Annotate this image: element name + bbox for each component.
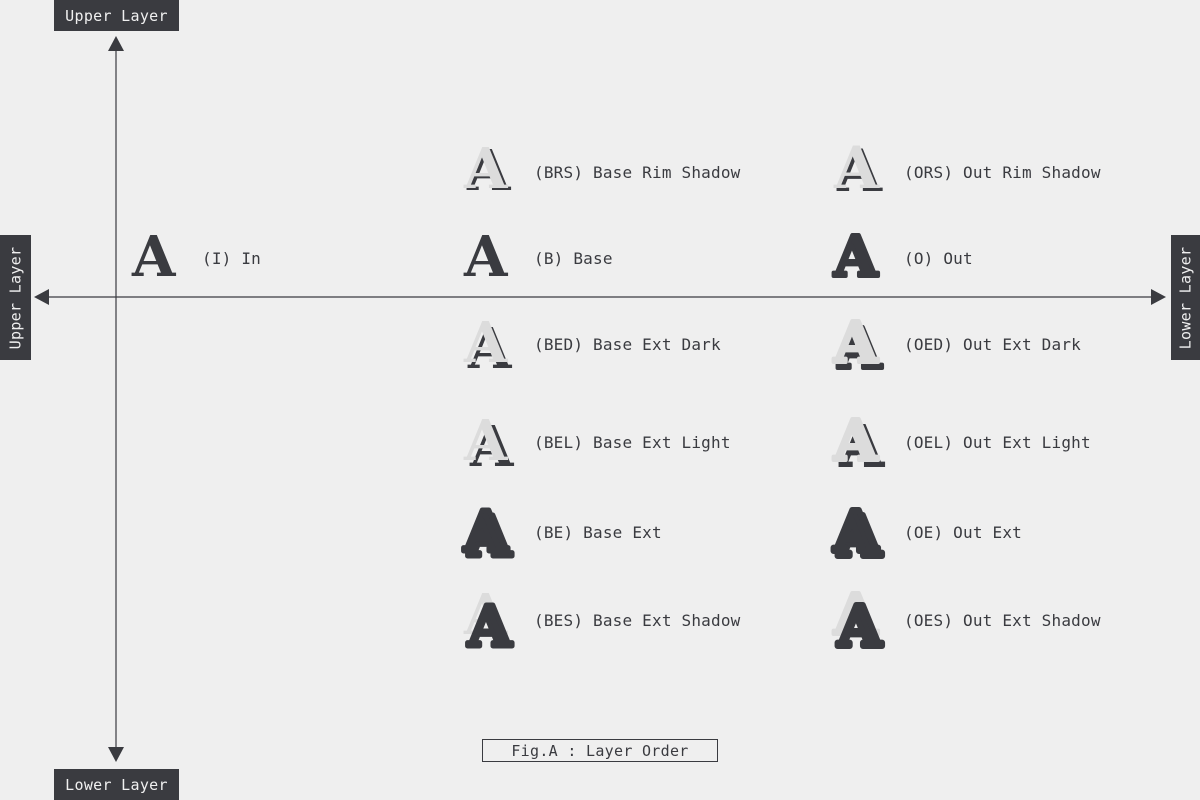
layer-label-oed: (OED) Out Ext Dark (904, 334, 1081, 354)
glyph-b-icon: A (463, 226, 509, 290)
layer-label-be: (BE) Base Ext (534, 522, 662, 542)
glyph-oes-icon: A A (831, 588, 886, 652)
layer-label-bel: (BEL) Base Ext Light (534, 432, 731, 452)
glyph-oed-icon: A A (831, 312, 885, 376)
layer-item-bed: A A (BED) Base Ext Dark (460, 312, 721, 376)
layer-item-bes: A A (BES) Base Ext Shadow (460, 588, 741, 652)
layer-label-bes: (BES) Base Ext Shadow (534, 610, 741, 630)
svg-text:A: A (837, 594, 883, 652)
layer-label-o: (O) Out (904, 248, 973, 268)
layer-item-in: A (I) In (128, 226, 261, 290)
svg-text:A: A (463, 500, 509, 564)
layer-item-oel: A A (OEL) Out Ext Light (830, 410, 1091, 474)
layer-axes (34, 36, 1166, 762)
layer-item-oed: A A (OED) Out Ext Dark (830, 312, 1081, 376)
layer-label-b: (B) Base (534, 248, 613, 268)
svg-text:A: A (467, 594, 513, 652)
axis-label-left-text: Upper Layer (6, 246, 25, 349)
svg-text:A: A (833, 500, 879, 564)
glyph-bel-icon: A A (463, 410, 515, 474)
glyph-brs-icon: A A (463, 140, 512, 204)
svg-text:A: A (833, 312, 879, 376)
down-arrow-icon (108, 747, 124, 762)
layer-label-ors: (ORS) Out Rim Shadow (904, 162, 1101, 182)
svg-text:A: A (463, 140, 509, 202)
axis-label-bottom: Lower Layer (54, 769, 179, 800)
layer-item-oes: A A (OES) Out Ext Shadow (830, 588, 1101, 652)
glyph-bed-icon: A A (463, 312, 513, 376)
glyph-oel-icon: A A (831, 410, 886, 474)
axis-label-bottom-text: Lower Layer (65, 775, 168, 794)
layer-label-oes: (OES) Out Ext Shadow (904, 610, 1101, 630)
layer-label-brs: (BRS) Base Rim Shadow (534, 162, 741, 182)
layer-item-o: A (O) Out (830, 226, 973, 290)
glyph-oe-icon: A A (830, 500, 886, 564)
glyph-o-icon: A (831, 226, 881, 290)
layer-item-brs: A A (BRS) Base Rim Shadow (460, 140, 741, 204)
svg-text:A: A (463, 312, 509, 376)
figure-caption: Fig.A : Layer Order (482, 739, 718, 762)
up-arrow-icon (108, 36, 124, 51)
layer-label-oel: (OEL) Out Ext Light (904, 432, 1091, 452)
layer-item-b: A (B) Base (460, 226, 613, 290)
axis-label-top-text: Upper Layer (65, 6, 168, 25)
axis-label-left: Upper Layer (0, 235, 31, 360)
axis-label-top: Upper Layer (54, 0, 179, 31)
svg-text:A: A (833, 226, 879, 290)
svg-text:A: A (833, 410, 879, 474)
layer-item-oe: A A (OE) Out Ext (830, 500, 1022, 564)
glyph-ors-icon: A A (833, 140, 883, 204)
layer-label-bed: (BED) Base Ext Dark (534, 334, 721, 354)
axis-label-right: Lower Layer (1171, 235, 1200, 360)
svg-text:A: A (463, 226, 509, 290)
figure-caption-text: Fig.A : Layer Order (511, 741, 689, 760)
svg-text:A: A (131, 226, 177, 290)
right-arrow-icon (1151, 289, 1166, 305)
layer-label-oe: (OE) Out Ext (904, 522, 1022, 542)
svg-text:A: A (833, 140, 880, 202)
layer-label-in: (I) In (202, 248, 261, 268)
left-arrow-icon (34, 289, 49, 305)
glyph-in-icon: A (131, 226, 177, 290)
glyph-be-icon: A A (461, 500, 516, 564)
glyph-bes-icon: A A (463, 588, 516, 652)
layer-item-bel: A A (BEL) Base Ext Light (460, 410, 731, 474)
layer-item-ors: A A (ORS) Out Rim Shadow (830, 140, 1101, 204)
svg-text:A: A (463, 410, 509, 474)
layer-item-be: A A (BE) Base Ext (460, 500, 662, 564)
axis-label-right-text: Lower Layer (1176, 246, 1195, 349)
